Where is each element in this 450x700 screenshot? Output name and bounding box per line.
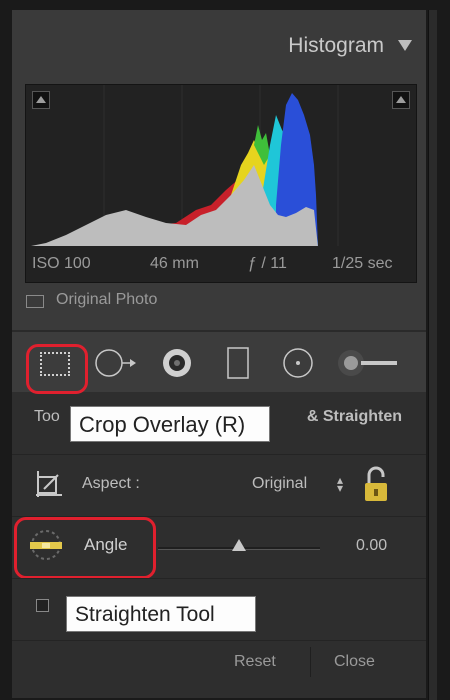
panel-footer: Reset Close [12, 640, 426, 685]
spot-removal-icon [95, 349, 136, 377]
crop-frame-icon[interactable] [34, 469, 64, 499]
histogram-svg [26, 85, 339, 247]
aspect-select[interactable]: Original [252, 475, 307, 493]
histogram-graph[interactable] [25, 84, 417, 248]
panel-title-right: & Straighten [306, 408, 402, 425]
adjustment-brush-icon [338, 350, 397, 376]
graduated-filter-icon [227, 347, 249, 379]
angle-row: Angle 0.00 [12, 516, 426, 579]
red-eye-icon [163, 349, 191, 377]
aperture-value: ƒ / 11 [248, 255, 287, 272]
shadow-clipping-icon[interactable] [32, 91, 50, 109]
shutter-speed-value: 1/25 sec [332, 255, 393, 272]
panel-title-left: Too [34, 408, 60, 425]
original-photo-label: Original Photo [56, 291, 158, 308]
original-photo-row[interactable]: Original Photo [12, 285, 426, 321]
spot-removal-button[interactable] [95, 346, 143, 380]
angle-highlight [14, 517, 156, 579]
straighten-tool-tooltip: Straighten Tool [66, 596, 256, 632]
original-photo-checkbox[interactable] [26, 295, 44, 308]
highlight-clipping-icon[interactable] [392, 91, 410, 109]
aspect-row: Aspect : Original ▴ ▾ [12, 454, 426, 517]
angle-value[interactable]: 0.00 [356, 537, 387, 555]
triangle-down-icon[interactable] [398, 40, 412, 51]
develop-panel: Histogram ISO 100 46 mm ƒ / 11 1/25 sec … [12, 10, 426, 698]
aspect-label: Aspect : [82, 475, 140, 492]
constrain-to-image-checkbox[interactable] [36, 599, 49, 612]
focal-length-value: 46 mm [150, 255, 199, 272]
divider [310, 647, 311, 677]
up-down-arrows-icon[interactable]: ▴ ▾ [337, 474, 343, 494]
graduated-filter-button[interactable] [224, 346, 254, 380]
iso-value: ISO 100 [32, 255, 91, 272]
adjustment-brush-button[interactable] [337, 346, 403, 380]
radial-filter-icon [283, 348, 313, 378]
red-eye-button[interactable] [157, 346, 197, 380]
crop-overlay-tooltip: Crop Overlay (R) [70, 406, 270, 442]
close-button[interactable]: Close [334, 653, 375, 671]
crop-overlay-highlight [26, 344, 88, 394]
scrollbar[interactable] [428, 10, 437, 700]
lock-icon[interactable] [362, 465, 390, 503]
angle-slider-thumb[interactable] [232, 539, 246, 551]
radial-filter-button[interactable] [278, 346, 318, 380]
reset-button[interactable]: Reset [234, 653, 276, 671]
histogram-title: Histogram [288, 34, 384, 57]
histogram-header[interactable]: Histogram [12, 10, 426, 84]
histogram-info: ISO 100 46 mm ƒ / 11 1/25 sec [25, 246, 417, 283]
crop-straighten-panel: Too & Straighten Aspect : Original ▴ ▾ A… [12, 392, 426, 698]
